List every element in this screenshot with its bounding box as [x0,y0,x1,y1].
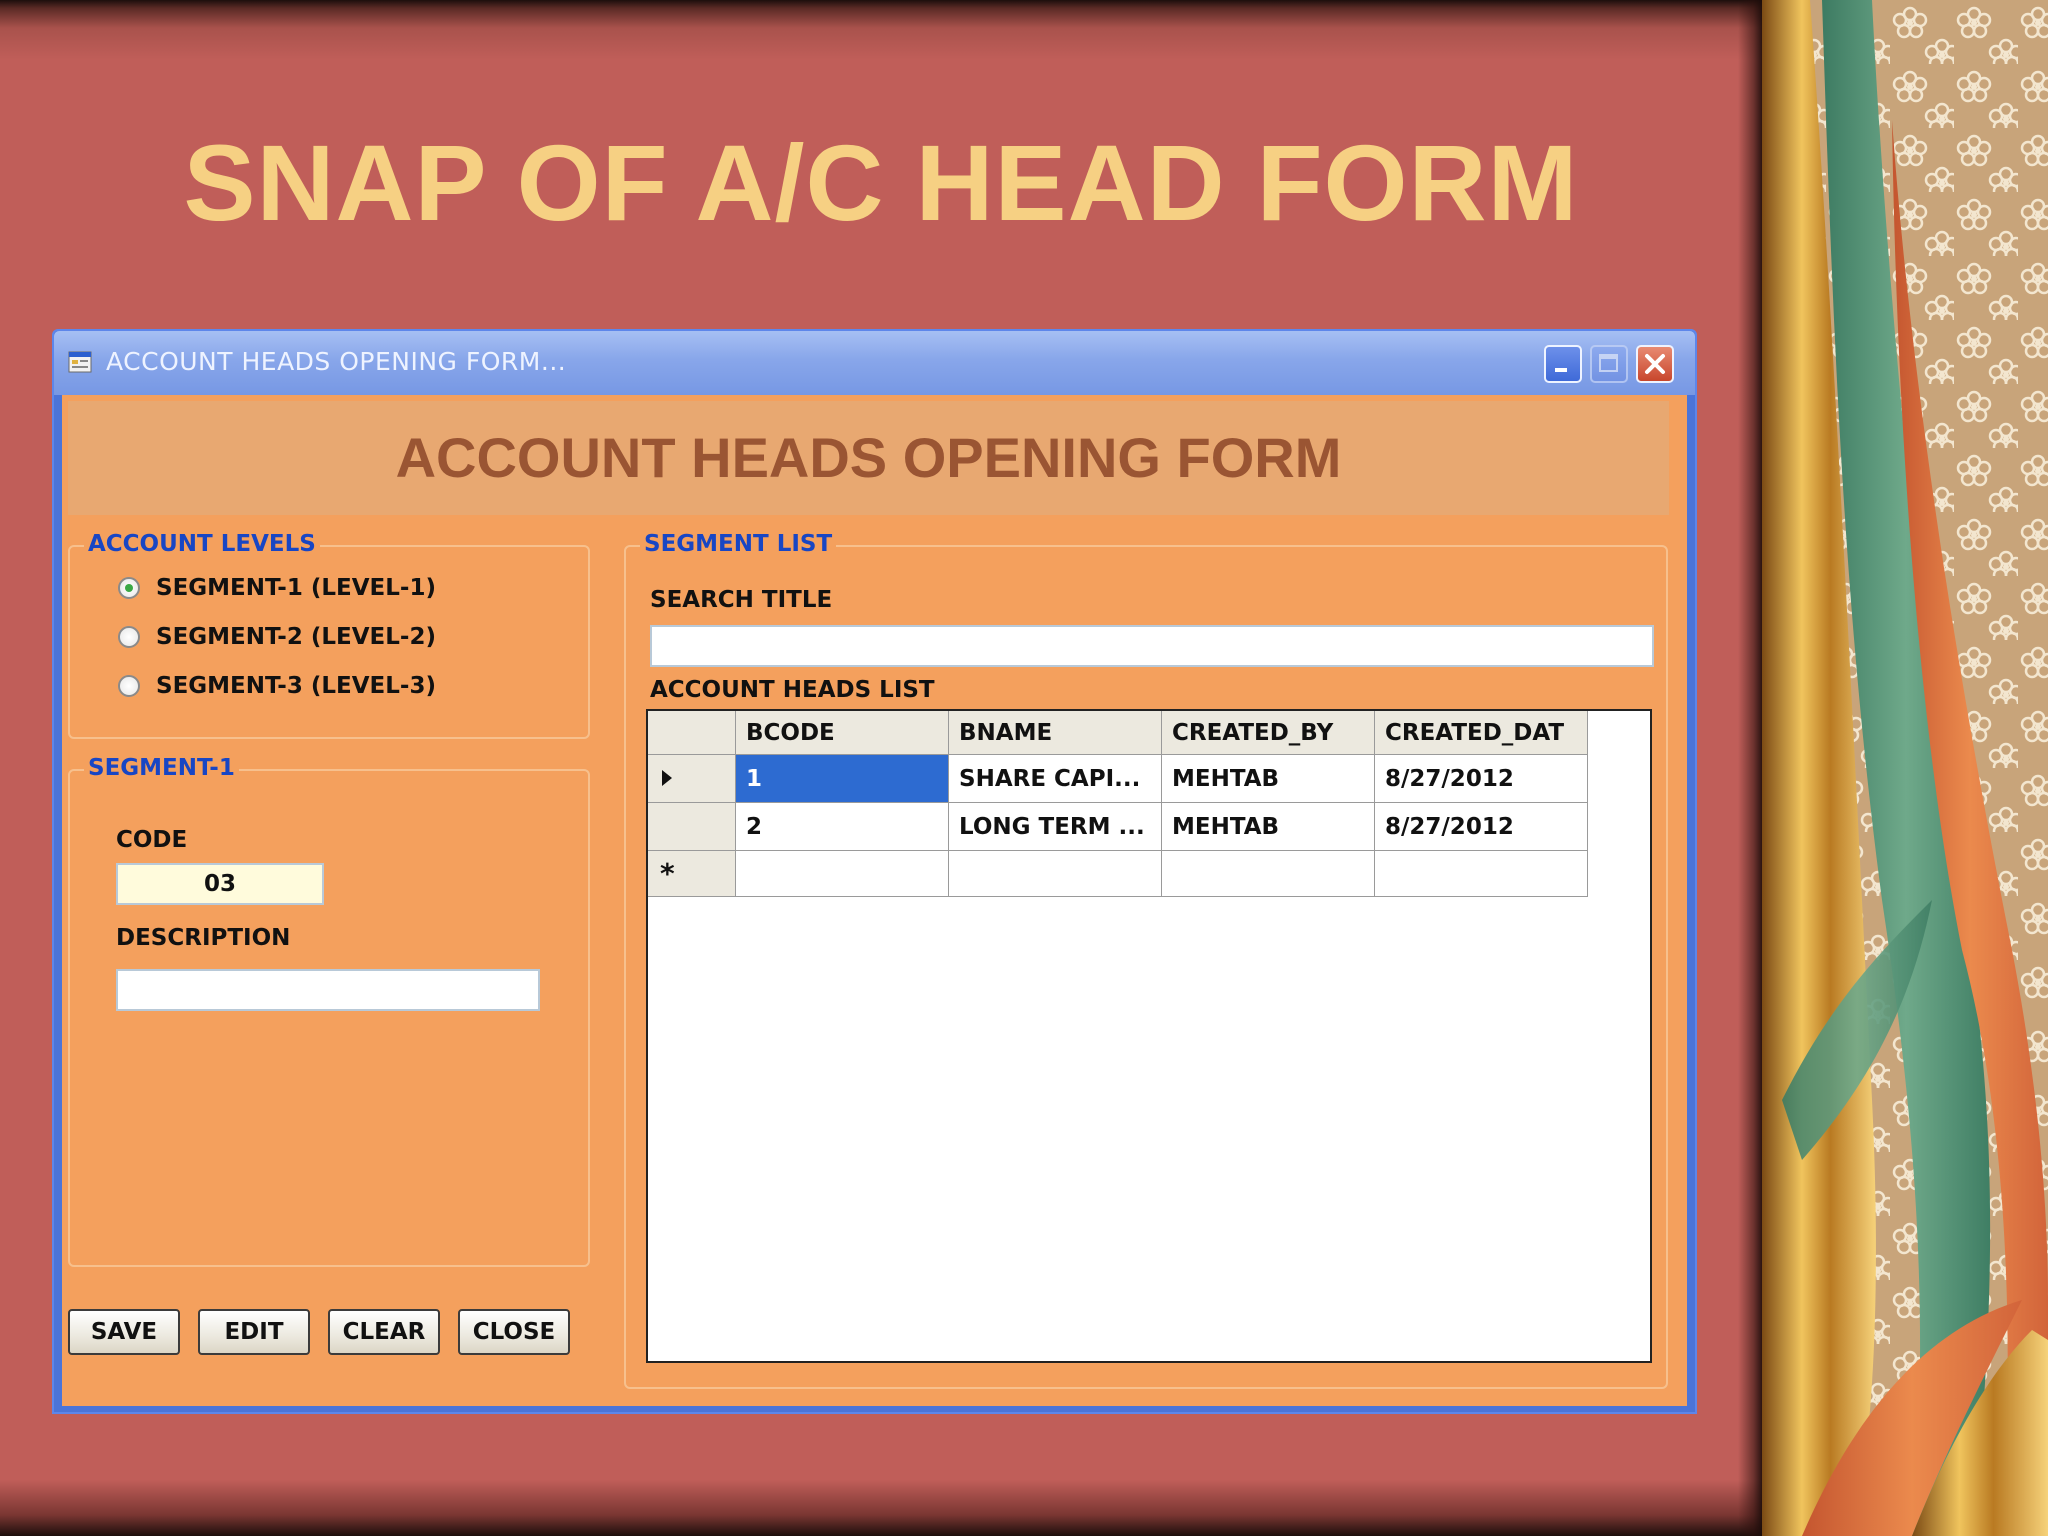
close-icon [1645,354,1665,374]
new-row-header[interactable]: * [648,851,736,897]
table-cell[interactable] [949,851,1162,897]
table-cell[interactable]: MEHTAB [1162,803,1375,851]
app-form-icon [68,351,92,373]
account-heads-grid[interactable]: BCODE BNAME CREATED_BY CREATED_DAT 1 SHA… [646,709,1652,1363]
minimize-button[interactable] [1544,345,1582,383]
column-header-bcode[interactable]: BCODE [736,711,949,755]
description-field[interactable] [116,969,540,1011]
radio-unselected-icon[interactable] [118,675,140,697]
segment-details-group: SEGMENT-1 CODE 03 DESCRIPTION [68,755,590,1267]
code-label: CODE [116,827,188,853]
radio-label: SEGMENT-2 (LEVEL-2) [156,624,436,650]
window-title: ACCOUNT HEADS OPENING FORM... [106,347,567,376]
account-levels-group: ACCOUNT LEVELS SEGMENT-1 (LEVEL-1) SEGME… [68,531,590,739]
table-cell[interactable]: LONG TERM ... [949,803,1162,851]
table-cell[interactable]: SHARE CAPI... [949,755,1162,803]
radio-segment-3[interactable]: SEGMENT-3 (LEVEL-3) [118,669,436,703]
account-heads-list-label: ACCOUNT HEADS LIST [650,677,935,703]
radio-segment-2[interactable]: SEGMENT-2 (LEVEL-2) [118,620,436,654]
grid-corner-header [648,711,736,755]
close-button[interactable]: CLOSE [458,1309,570,1355]
maximize-icon [1599,354,1618,372]
table-cell[interactable]: MEHTAB [1162,755,1375,803]
table-cell[interactable]: 8/27/2012 [1375,803,1588,851]
table-cell[interactable] [1162,851,1375,897]
search-title-label: SEARCH TITLE [650,587,833,613]
window-close-button[interactable] [1636,345,1674,383]
segment-group-label: SEGMENT-1 [84,755,239,781]
row-header[interactable] [648,803,736,851]
maximize-button[interactable] [1590,345,1628,383]
segment-list-label: SEGMENT LIST [640,531,837,557]
radio-segment-1[interactable]: SEGMENT-1 (LEVEL-1) [118,571,436,605]
code-field[interactable]: 03 [116,863,324,905]
minimize-icon [1555,368,1567,372]
clear-button[interactable]: CLEAR [328,1309,440,1355]
search-title-input[interactable] [650,625,1654,667]
radio-label: SEGMENT-1 (LEVEL-1) [156,575,436,601]
slide-title: SNAP OF A/C HEAD FORM [183,122,1579,243]
save-button[interactable]: SAVE [68,1309,180,1355]
radio-label: SEGMENT-3 (LEVEL-3) [156,673,436,699]
edit-button[interactable]: EDIT [198,1309,310,1355]
form-header-panel: ACCOUNT HEADS OPENING FORM [68,401,1669,515]
column-header-created-date[interactable]: CREATED_DAT [1375,711,1588,755]
account-levels-label: ACCOUNT LEVELS [84,531,320,557]
decorative-floral-panel [1762,0,2048,1536]
table-cell[interactable] [1375,851,1588,897]
form-heading: ACCOUNT HEADS OPENING FORM [395,426,1342,489]
window-titlebar[interactable]: ACCOUNT HEADS OPENING FORM... [54,331,1695,395]
description-label: DESCRIPTION [116,925,291,951]
table-cell[interactable]: 2 [736,803,949,851]
table-cell[interactable]: 1 [736,755,949,803]
radio-selected-icon[interactable] [118,577,140,599]
column-header-created-by[interactable]: CREATED_BY [1162,711,1375,755]
row-header-current[interactable] [648,755,736,803]
table-cell[interactable] [736,851,949,897]
radio-unselected-icon[interactable] [118,626,140,648]
column-header-bname[interactable]: BNAME [949,711,1162,755]
current-row-arrow-icon [662,769,672,786]
table-cell[interactable]: 8/27/2012 [1375,755,1588,803]
